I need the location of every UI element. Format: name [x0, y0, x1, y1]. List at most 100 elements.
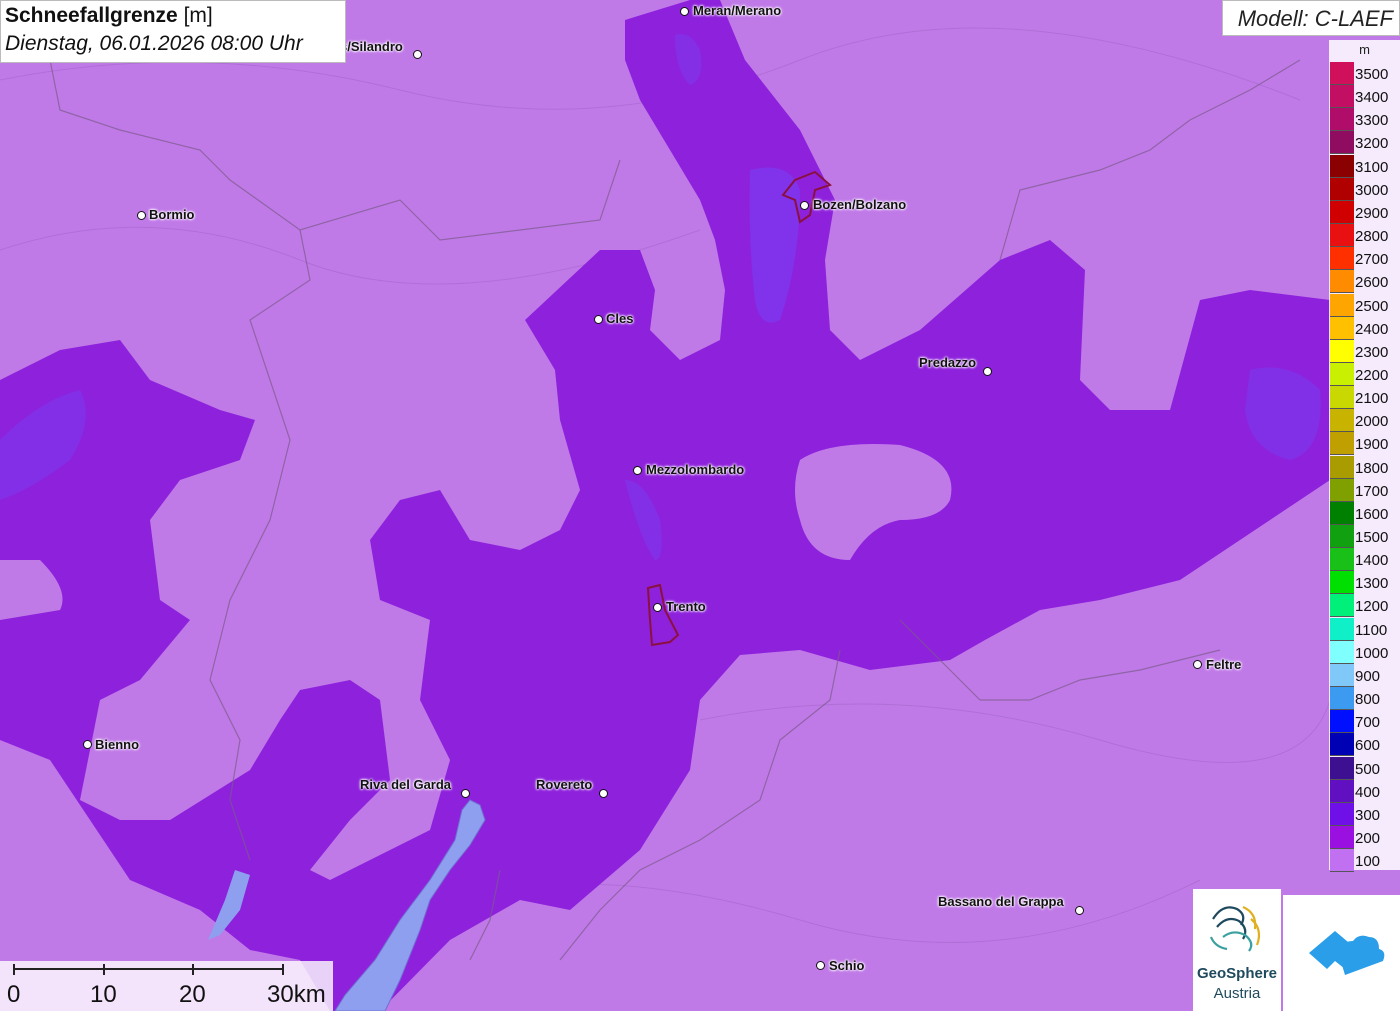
- title-unit: [m]: [183, 4, 213, 27]
- city-marker: [800, 201, 809, 210]
- legend-label: 500: [1355, 760, 1381, 778]
- city-marker: [137, 211, 146, 220]
- city-marker: [653, 603, 662, 612]
- legend-swatch: [1330, 802, 1354, 826]
- legend-swatch: [1330, 339, 1354, 363]
- legend-swatch: [1330, 154, 1354, 178]
- legend-label: 2700: [1355, 251, 1389, 269]
- legend-label: 2300: [1355, 343, 1389, 361]
- city-label: Mezzolombardo: [646, 462, 745, 477]
- geosphere-name: GeoSphere: [1196, 965, 1278, 982]
- legend-swatch: [1330, 386, 1354, 410]
- snowfall-limit-map: [0, 0, 1400, 1011]
- legend-swatch: [1330, 409, 1354, 433]
- legend-label: 1100: [1355, 621, 1388, 639]
- legend-label: 3000: [1355, 181, 1389, 199]
- city-label: Bozen/Bolzano: [813, 197, 907, 212]
- legend-swatch: [1330, 548, 1354, 572]
- city-marker: [983, 367, 992, 376]
- legend-label: 1000: [1355, 644, 1389, 662]
- legend-label: 700: [1355, 714, 1381, 732]
- legend-label: 2200: [1355, 366, 1389, 384]
- model-label: Modell: C-LAEF: [1237, 6, 1393, 31]
- scale-label-30km: 30km: [267, 981, 326, 1008]
- legend-label: 300: [1355, 806, 1381, 824]
- legend-label: 900: [1355, 667, 1381, 685]
- legend-swatch: [1330, 108, 1354, 132]
- legend-swatch: [1330, 177, 1354, 201]
- model-box: Modell: C-LAEF: [1222, 0, 1400, 36]
- legend-swatch: [1330, 663, 1354, 687]
- color-legend: m 3500 3400 3300 3200 3100 3000 2900 2800 2700 26…: [1329, 40, 1400, 873]
- legend-swatch: [1330, 85, 1354, 109]
- legend-label: 600: [1355, 737, 1381, 755]
- legend-label: 2500: [1355, 297, 1389, 315]
- city-marker: [413, 50, 422, 59]
- legend-swatch: [1330, 501, 1354, 525]
- legend-label: 2900: [1355, 204, 1389, 222]
- legend-label: 3200: [1355, 135, 1389, 153]
- legend-label: 1600: [1355, 505, 1389, 523]
- legend-label: 2600: [1355, 274, 1389, 292]
- legend-swatch: [1330, 756, 1354, 780]
- legend-swatch: [1330, 455, 1354, 479]
- city-label: Riva del Garda: [360, 777, 452, 792]
- legend-swatch: [1330, 62, 1354, 85]
- scale-label-20: 20: [179, 981, 206, 1008]
- legend-swatch: [1330, 594, 1354, 618]
- scale-bar: 0 10 20 30km: [0, 961, 333, 1011]
- city-marker: [1193, 660, 1202, 669]
- geosphere-icon: [1209, 905, 1261, 952]
- legend-label: 800: [1355, 691, 1381, 709]
- legend-swatch: [1330, 316, 1354, 340]
- city-marker: [633, 466, 642, 475]
- legend-label: 100: [1355, 853, 1381, 871]
- legend-swatch: [1330, 270, 1354, 294]
- legend-unit: m: [1359, 42, 1370, 57]
- geosphere-logo: GeoSphere Austria: [1193, 889, 1281, 1011]
- city-label: Bassano del Grappa: [938, 894, 1064, 909]
- scale-label-10: 10: [90, 981, 117, 1008]
- scale-label-0: 0: [7, 981, 21, 1008]
- city-marker: [599, 789, 608, 798]
- city-marker: [594, 315, 603, 324]
- legend-label: 3500: [1355, 66, 1389, 83]
- title-box: Schneefallgrenze [m] Dienstag, 06.01.202…: [0, 0, 346, 63]
- legend-label: 1700: [1355, 482, 1389, 500]
- legend-swatch: [1330, 131, 1354, 155]
- map-title: Schneefallgrenze [m]: [5, 4, 213, 28]
- city-label: Meran/Merano: [693, 3, 782, 18]
- legend-label: 3300: [1355, 112, 1389, 130]
- legend-swatch: [1330, 825, 1354, 849]
- city-label: Predazzo: [919, 355, 977, 370]
- city-label: Feltre: [1206, 657, 1242, 672]
- legend-swatch: [1330, 362, 1354, 386]
- legend-swatch: [1330, 224, 1354, 248]
- legend-label: 2800: [1355, 228, 1389, 246]
- city-marker: [461, 789, 470, 798]
- legend-label: 3400: [1355, 89, 1389, 107]
- city-marker: [83, 740, 92, 749]
- legend-label: 2400: [1355, 320, 1389, 338]
- legend-label: 1500: [1355, 529, 1389, 546]
- city-label: Schio: [829, 958, 865, 973]
- forecast-datetime: Dienstag, 06.01.2026 08:00 Uhr: [5, 32, 303, 55]
- city-marker: [1075, 906, 1084, 915]
- legend-swatch: [1330, 432, 1354, 456]
- legend-label: 2000: [1355, 413, 1389, 431]
- title-bold: Schneefallgrenze: [5, 4, 178, 27]
- city-label: Bormio: [149, 207, 195, 222]
- legend-label: 200: [1355, 829, 1381, 847]
- cloud-arrow-icon: [1309, 931, 1385, 975]
- legend-label: 2100: [1355, 390, 1389, 408]
- weather-app-logo: [1283, 895, 1400, 1011]
- legend-swatch: [1330, 293, 1354, 317]
- legend-swatch: [1330, 687, 1354, 711]
- city-label: Rovereto: [536, 777, 593, 792]
- legend-swatch: [1330, 200, 1354, 224]
- city-label: Cles: [606, 311, 634, 326]
- legend-swatch: [1330, 247, 1354, 271]
- city-marker: [816, 961, 825, 970]
- legend-label: 1400: [1355, 552, 1389, 570]
- city-marker: [680, 7, 689, 16]
